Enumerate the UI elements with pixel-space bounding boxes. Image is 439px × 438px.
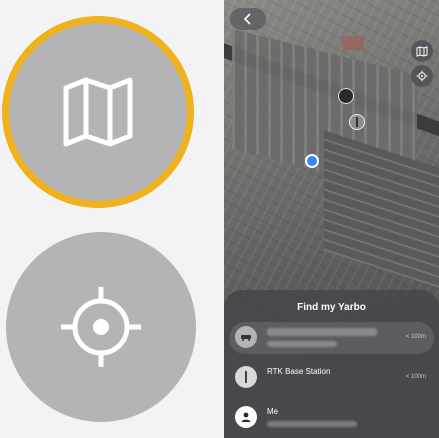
device-row-rtk[interactable]: RTK Base Station < 100m <box>229 362 434 394</box>
map-view-icon <box>416 46 428 57</box>
chevron-left-icon <box>243 13 251 25</box>
row-label: RTK Base Station <box>267 367 331 376</box>
map-view-icon <box>63 77 133 147</box>
device-row-me[interactable]: Me <box>229 402 434 434</box>
locate-button[interactable] <box>411 65 433 87</box>
rtk-station-icon <box>235 366 257 388</box>
locate-icon <box>416 70 428 82</box>
locate-button-zoomed[interactable] <box>6 232 196 422</box>
find-device-sheet: Find my Yarbo < 100m RTK Base Station < … <box>224 290 439 438</box>
redacted-device-name <box>267 328 377 336</box>
map-building <box>324 130 439 290</box>
device-row-mower[interactable]: < 100m <box>229 322 434 354</box>
person-icon <box>235 406 257 428</box>
row-distance: < 100m <box>405 334 426 340</box>
row-label: Me <box>267 407 279 416</box>
rtk-station-marker[interactable] <box>349 114 365 130</box>
redacted-user-detail <box>267 421 357 427</box>
locate-icon <box>61 287 141 367</box>
map-feature <box>342 36 364 50</box>
map-view-button[interactable] <box>411 40 433 62</box>
redacted-device-detail <box>267 341 337 347</box>
phone-screen: Find my Yarbo < 100m RTK Base Station < … <box>224 0 439 438</box>
row-distance: < 100m <box>405 374 426 380</box>
mower-marker[interactable] <box>338 88 354 104</box>
mower-icon <box>235 326 257 348</box>
map-view-button-zoomed[interactable] <box>9 23 187 201</box>
back-button[interactable] <box>230 8 266 30</box>
my-location-dot <box>305 154 319 168</box>
zoomed-icons-panel <box>0 0 222 438</box>
sheet-title: Find my Yarbo <box>297 302 366 313</box>
